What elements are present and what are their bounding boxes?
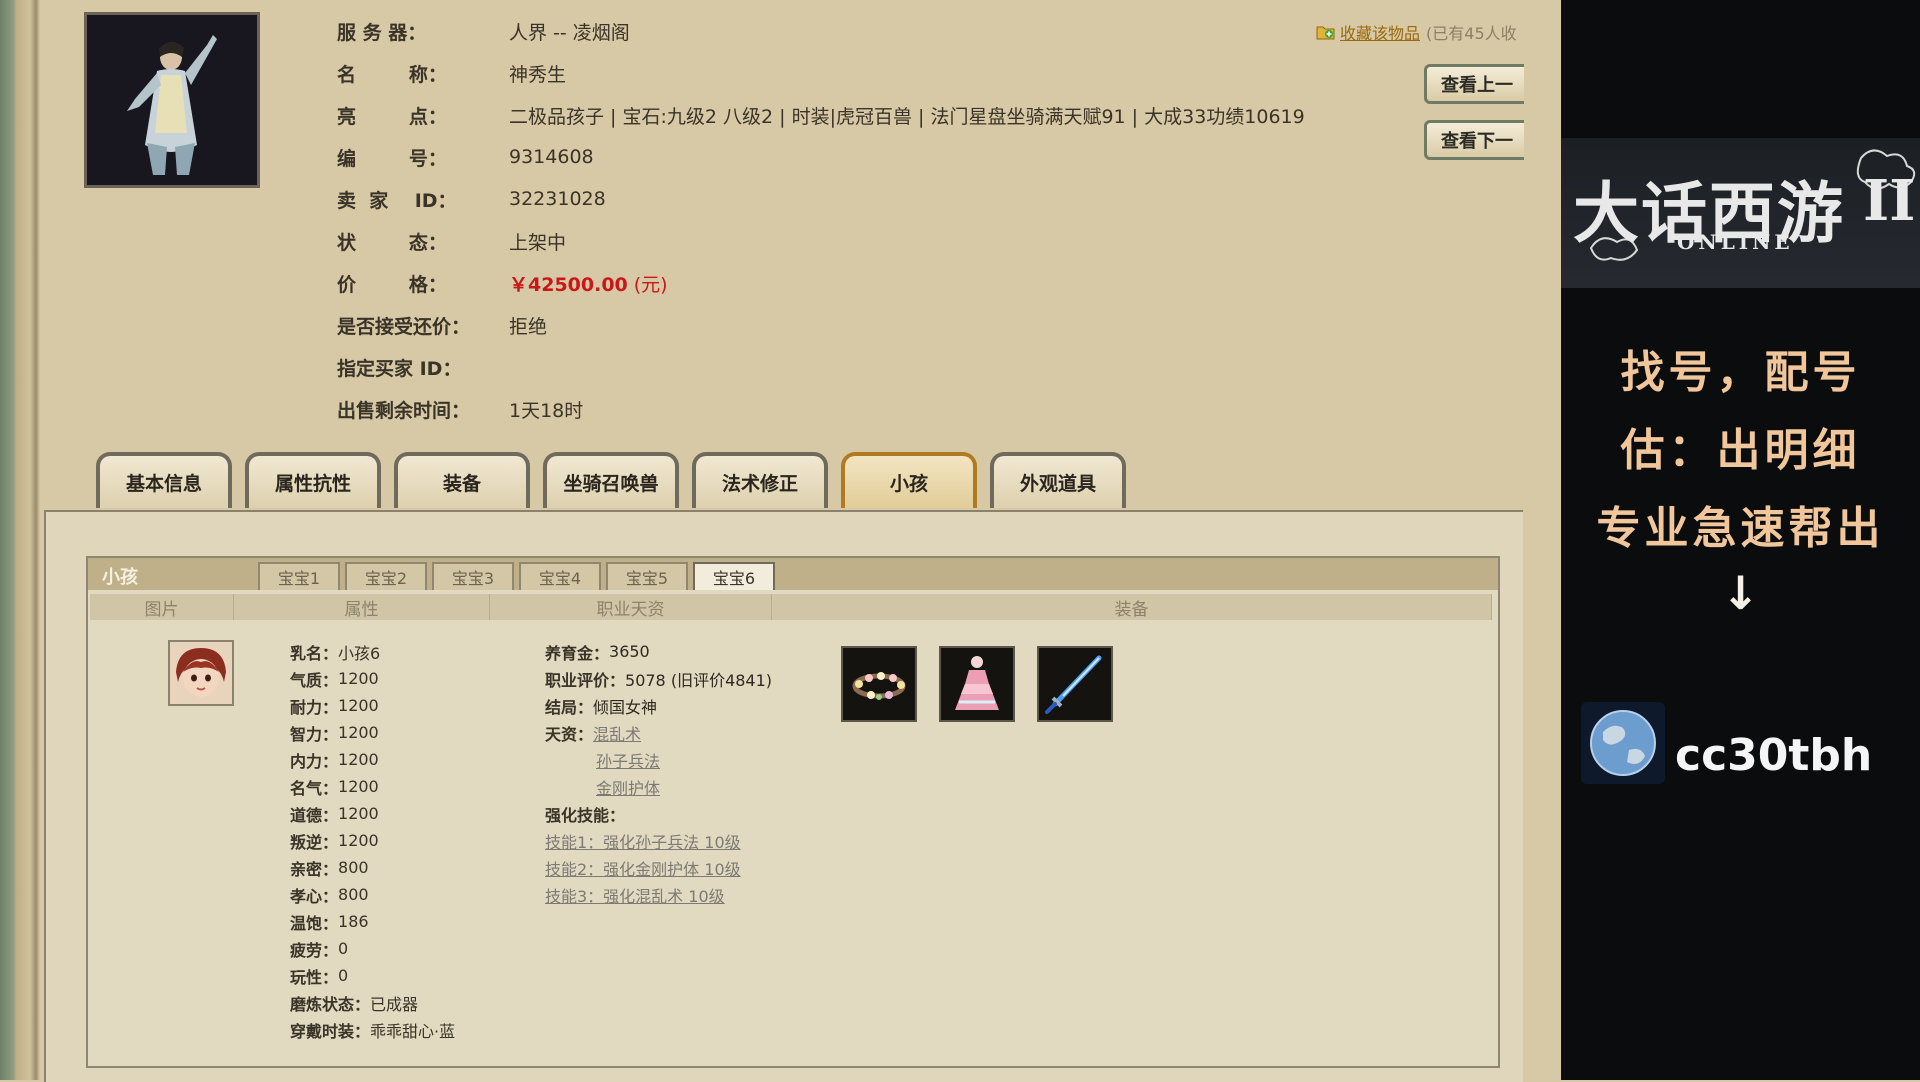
- talent-talents-row: 孙子兵法: [596, 746, 660, 773]
- globe-icon: [1581, 702, 1665, 784]
- talent-score-row: 职业评价： 5078 (旧评价4841): [545, 670, 773, 690]
- attr-row: 磨炼状态： 已成器: [290, 994, 419, 1014]
- name-row: 名 称： 神秀生: [337, 58, 566, 88]
- promo-line-2: 估：出明细: [1620, 425, 1861, 476]
- child-panel-header: 小孩 宝宝1 宝宝2 宝宝3 宝宝4 宝宝5 宝宝6: [88, 558, 1498, 590]
- logo-numeral: II: [1863, 168, 1916, 234]
- attr-row: 玩性： 0: [290, 966, 349, 987]
- skill-link[interactable]: 技能3：强化混乱术 10级: [545, 883, 725, 907]
- col-head-equipment: 装备: [772, 594, 1492, 620]
- promo-panel: 大话西游 II ONLINE 找号，配号 估：出明细 专业急速帮出 ↓ cc30…: [1561, 0, 1920, 1080]
- skill-row: 技能2：强化金刚护体 10级: [545, 854, 741, 881]
- skill-link[interactable]: 技能1：强化孙子兵法 10级: [545, 829, 741, 853]
- status-row: 状 态： 上架中: [337, 226, 566, 256]
- bargain-row: 是否接受还价： 拒绝: [337, 310, 547, 340]
- attr-row: 气质： 1200: [290, 669, 379, 690]
- id-value: 9314608: [509, 146, 594, 168]
- sub-tab-baby4[interactable]: 宝宝4: [519, 562, 601, 590]
- attr-row: 温饱： 186: [290, 912, 369, 933]
- skill-row: 技能1：强化孙子兵法 10级: [545, 827, 741, 854]
- talent-talents-row: 天资： 混乱术: [545, 719, 641, 746]
- sub-tab-baby2[interactable]: 宝宝2: [345, 562, 427, 590]
- skill-link[interactable]: 技能2：强化金刚护体 10级: [545, 856, 741, 880]
- status-value: 上架中: [509, 231, 567, 254]
- sub-tab-baby3[interactable]: 宝宝3: [432, 562, 514, 590]
- attr-row: 名气： 1200: [290, 777, 379, 798]
- tab-basic-info[interactable]: 基本信息: [96, 452, 232, 508]
- price-row: 价 格： ￥42500.00 (元): [337, 268, 668, 298]
- skills-label-row: 强化技能：: [545, 805, 626, 825]
- child-avatar: [168, 640, 234, 706]
- col-head-image: 图片: [90, 594, 234, 620]
- buyer-row: 指定买家 ID：: [337, 357, 462, 380]
- tab-child[interactable]: 小孩: [841, 452, 977, 508]
- remain-row: 出售剩余时间： 1天18时: [337, 394, 583, 424]
- talent-ending-row: 结局： 倾国女神: [545, 697, 658, 717]
- attr-row: 智力： 1200: [290, 723, 379, 744]
- character-portrait: [84, 12, 260, 188]
- child-panel-title: 小孩: [102, 567, 138, 588]
- tab-equipment[interactable]: 装备: [394, 452, 530, 508]
- attr-row: 穿戴时装： 乖乖甜心·蓝: [290, 1021, 456, 1041]
- equip-slot-wreath[interactable]: [841, 646, 917, 722]
- skill-row: 技能3：强化混乱术 10级: [545, 881, 725, 908]
- promo-line-1: 找号，配号: [1620, 347, 1861, 398]
- server-row: 服 务 器： 人界 -- 凌烟阁: [337, 16, 630, 46]
- talent-link[interactable]: 金刚护体: [596, 775, 660, 799]
- sub-tab-baby5[interactable]: 宝宝5: [606, 562, 688, 590]
- contact-handle: cc30tbh: [1675, 730, 1873, 781]
- next-item-button[interactable]: 查看下一: [1424, 120, 1524, 160]
- attr-row: 内力： 1200: [290, 750, 379, 771]
- sub-tab-baby1[interactable]: 宝宝1: [258, 562, 340, 590]
- promo-line-3: 专业急速帮出: [1596, 503, 1885, 554]
- bargain-value: 拒绝: [509, 315, 548, 338]
- remain-value: 1天18时: [509, 399, 584, 422]
- highlight-value: 二极品孩子 | 宝石:九级2 八级2 | 时装|虎冠百兽 | 法门星盘坐骑满天赋…: [509, 105, 1305, 128]
- talent-link[interactable]: 孙子兵法: [596, 748, 660, 772]
- attr-row: 乳名： 小孩6: [290, 643, 381, 663]
- flower-wreath-icon: [852, 672, 906, 700]
- attr-row: 疲劳： 0: [290, 939, 349, 960]
- equip-slot-sword[interactable]: [1037, 646, 1113, 722]
- talent-link[interactable]: 混乱术: [593, 721, 641, 745]
- attr-row: 耐力： 1200: [290, 696, 379, 717]
- left-border: [0, 0, 40, 1080]
- favorite-count: (已有45人收: [1426, 24, 1517, 43]
- tab-attributes[interactable]: 属性抗性: [245, 452, 381, 508]
- col-head-attributes: 属性: [234, 594, 490, 620]
- folder-add-icon[interactable]: [1316, 24, 1336, 40]
- sub-tab-baby6[interactable]: 宝宝6: [693, 562, 775, 590]
- seller-row: 卖 家 ID： 32231028: [337, 188, 606, 212]
- dress-icon: [955, 656, 999, 710]
- id-row: 编 号： 9314608: [337, 146, 594, 170]
- server-value: 人界 -- 凌烟阁: [509, 21, 630, 44]
- col-head-talent: 职业天资: [490, 594, 772, 620]
- attr-row: 道德： 1200: [290, 804, 379, 825]
- down-arrow-icon: ↓: [1721, 566, 1760, 620]
- equip-slot-dress[interactable]: [939, 646, 1015, 722]
- favorite-area: 收藏该物品 (已有45人收: [1316, 20, 1517, 44]
- name-value: 神秀生: [509, 63, 567, 86]
- price-unit: (元): [633, 273, 668, 296]
- tab-spell-correction[interactable]: 法术修正: [692, 452, 828, 508]
- price-value: ￥42500.00: [509, 273, 628, 296]
- logo-online: ONLINE: [1677, 230, 1794, 254]
- attr-row: 孝心： 800: [290, 885, 369, 906]
- talent-talents-row: 金刚护体: [596, 773, 660, 800]
- sword-icon: [1045, 655, 1102, 714]
- prev-item-button[interactable]: 查看上一: [1424, 64, 1524, 104]
- tab-mounts-summons[interactable]: 坐骑召唤兽: [543, 452, 679, 508]
- favorite-link[interactable]: 收藏该物品: [1340, 20, 1420, 44]
- attr-row: 亲密： 800: [290, 858, 369, 879]
- tab-appearance[interactable]: 外观道具: [990, 452, 1126, 508]
- talent-money-row: 养育金： 3650: [545, 642, 650, 663]
- attr-row: 叛逆： 1200: [290, 831, 379, 852]
- highlight-row: 亮 点： 二极品孩子 | 宝石:九级2 八级2 | 时装|虎冠百兽 | 法门星盘…: [337, 100, 1305, 130]
- game-logo: 大话西游 II ONLINE: [1561, 138, 1920, 288]
- seller-value: 32231028: [509, 188, 606, 210]
